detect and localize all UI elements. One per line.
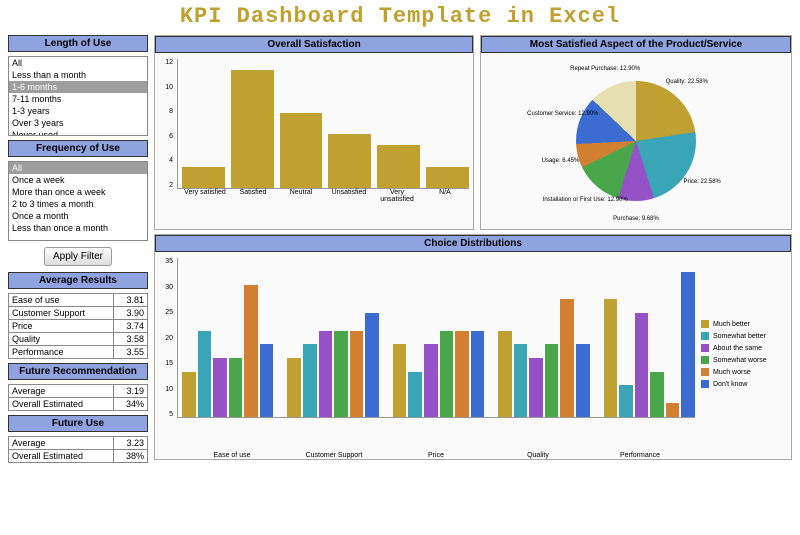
bar [560,299,574,417]
table-row: Overall Estimated34% [9,398,148,411]
pie-title: Most Satisfied Aspect of the Product/Ser… [481,36,791,53]
bar [529,358,543,417]
pie-label: Installation or First Use: 12.90% [543,197,628,203]
pie-graphic [576,81,696,201]
distributions-chart: Choice Distributions 3530252015105 Much … [154,234,792,460]
bar-group [604,258,695,417]
bar [319,331,333,417]
legend-item: About the same [701,344,787,352]
list-item[interactable]: Less than once a month [9,222,147,234]
bar [681,272,695,417]
pie-label: Price: 22.58% [684,179,721,185]
bar [377,145,420,188]
bar [650,372,664,417]
list-item[interactable]: More than once a week [9,186,147,198]
bar [182,167,225,189]
pie-label: Repeat Purchase: 12.90% [570,66,640,72]
legend-item: Much worse [701,368,787,376]
bar [498,331,512,417]
bar [666,403,680,417]
bar [198,331,212,417]
table-row: Performance3.55 [9,346,148,359]
bar [424,344,438,417]
bar [365,313,379,417]
pie-chart: Most Satisfied Aspect of the Product/Ser… [480,35,792,230]
avg-results-table: Ease of use3.81Customer Support3.90Price… [8,293,148,359]
bar [471,331,485,417]
bar [619,385,633,417]
list-item[interactable]: All [9,57,147,69]
future-rec-table: Average3.19Overall Estimated34% [8,384,148,411]
page-title: KPI Dashboard Template in Excel [0,0,800,35]
bar [393,344,407,417]
satisfaction-title: Overall Satisfaction [155,36,473,53]
pie-label: Usage: 6.45% [542,158,580,164]
length-header: Length of Use [8,35,148,52]
future-use-table: Average3.23Overall Estimated38% [8,436,148,463]
future-rec-header: Future Recommendation [8,363,148,380]
list-item[interactable]: Less than a month [9,69,147,81]
list-item[interactable]: Never used [9,129,147,136]
apply-filter-button[interactable]: Apply Filter [44,247,112,266]
bar [576,344,590,417]
bar [514,344,528,417]
distributions-legend: Much better Somewhat better About the same… [695,258,787,450]
table-row: Average3.23 [9,437,148,450]
left-panel: Length of Use AllLess than a month1-6 mo… [8,35,148,463]
bar [426,167,469,189]
bar [182,372,196,417]
bar [455,331,469,417]
distributions-title: Choice Distributions [155,235,791,252]
bar [604,299,618,417]
bar-group [182,258,273,417]
table-row: Overall Estimated38% [9,450,148,463]
bar [231,70,274,188]
bar [229,358,243,417]
pie-label: Customer Service: 12.90% [527,111,598,117]
list-item[interactable]: Once a month [9,210,147,222]
bar [334,331,348,417]
freq-listbox[interactable]: AllOnce a weekMore than once a week2 to … [8,161,148,241]
bar [440,331,454,417]
bar [280,113,323,188]
table-row: Quality3.58 [9,333,148,346]
bar [545,344,559,417]
bar [408,372,422,417]
legend-item: Don't know [701,380,787,388]
table-row: Average3.19 [9,385,148,398]
bar-group [287,258,378,417]
bar [635,313,649,417]
length-listbox[interactable]: AllLess than a month1-6 months7-11 month… [8,56,148,136]
list-item[interactable]: 7-11 months [9,93,147,105]
list-item[interactable]: All [9,162,147,174]
bar [350,331,364,417]
bar [287,358,301,417]
avg-results-header: Average Results [8,272,148,289]
freq-header: Frequency of Use [8,140,148,157]
list-item[interactable]: 1-6 months [9,81,147,93]
bar [213,358,227,417]
legend-item: Somewhat worse [701,356,787,364]
legend-item: Much better [701,320,787,328]
table-row: Price3.74 [9,320,148,333]
bar-group [498,258,589,417]
pie-label: Quality: 22.58% [666,79,708,85]
list-item[interactable]: 2 to 3 times a month [9,198,147,210]
table-row: Customer Support3.90 [9,307,148,320]
table-row: Ease of use3.81 [9,294,148,307]
bar [260,344,274,417]
pie-label: Purchase: 9.68% [613,216,659,222]
list-item[interactable]: Once a week [9,174,147,186]
satisfaction-chart: Overall Satisfaction 12108642 Very satis… [154,35,474,230]
bar [303,344,317,417]
bar [244,285,258,417]
bar-group [393,258,484,417]
list-item[interactable]: Over 3 years [9,117,147,129]
list-item[interactable]: 1-3 years [9,105,147,117]
future-use-header: Future Use [8,415,148,432]
legend-item: Somewhat better [701,332,787,340]
bar [328,134,371,188]
